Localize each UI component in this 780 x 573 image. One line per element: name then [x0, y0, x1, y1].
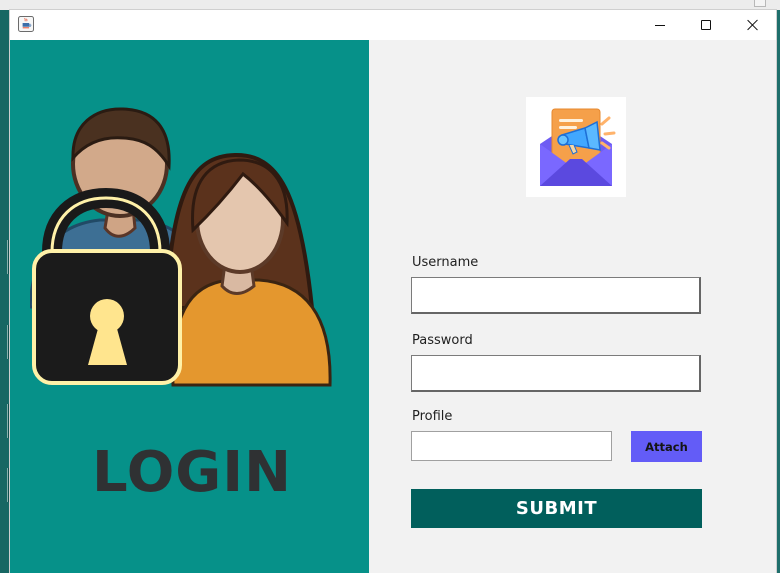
minimize-button[interactable] — [637, 10, 683, 40]
password-label: Password — [412, 333, 473, 348]
background-window-corner — [754, 0, 766, 7]
username-input[interactable] — [411, 277, 701, 314]
close-button[interactable] — [729, 10, 775, 40]
maximize-button[interactable] — [683, 10, 729, 40]
background-window-strip — [0, 0, 780, 10]
close-icon — [746, 19, 758, 31]
attach-button[interactable]: Attach — [631, 431, 702, 462]
minimize-icon — [655, 24, 665, 26]
login-form-panel: Username Password Profile Attach SUBMIT — [369, 40, 776, 573]
profile-label: Profile — [412, 409, 453, 424]
submit-button[interactable]: SUBMIT — [411, 489, 702, 528]
profile-input[interactable] — [411, 431, 612, 461]
users-with-padlock-illustration — [30, 107, 332, 387]
email-megaphone-logo — [540, 108, 616, 186]
background-window-edge — [0, 10, 10, 573]
desktop-background: LOGIN Username Password Profile Attach S… — [0, 0, 780, 573]
login-hero-panel: LOGIN — [10, 40, 369, 573]
password-input[interactable] — [411, 355, 701, 392]
title-bar — [10, 10, 776, 41]
app-logo — [526, 97, 626, 197]
maximize-icon — [701, 20, 711, 30]
username-label: Username — [412, 255, 479, 270]
login-heading: LOGIN — [92, 440, 292, 505]
female-user-illustration — [163, 152, 332, 387]
java-app-icon — [18, 16, 34, 32]
login-window: LOGIN Username Password Profile Attach S… — [10, 10, 776, 573]
